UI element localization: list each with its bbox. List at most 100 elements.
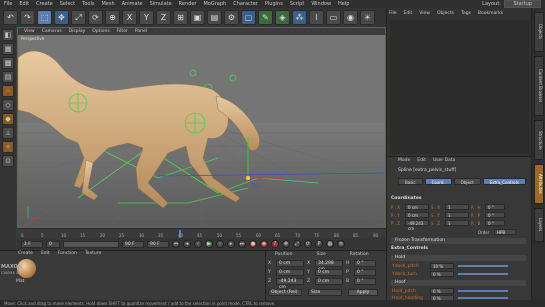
apply-button[interactable]: Apply (348, 289, 378, 296)
edges-mode-icon[interactable]: ◇ (2, 99, 14, 111)
menu-file[interactable]: File (4, 1, 12, 7)
recent-tools-icon[interactable]: ⊕ (105, 10, 120, 25)
tab-extra-controls[interactable]: Extra_Controls (482, 178, 526, 185)
menu-window[interactable]: Window (311, 1, 331, 7)
tab-basic[interactable]: Basic (398, 178, 423, 185)
hoof-heading-slider[interactable] (458, 297, 508, 299)
record-icon[interactable]: ● (249, 240, 257, 248)
redo-icon[interactable]: ↷ (20, 10, 35, 25)
start-frame-field[interactable]: 1 F (21, 240, 43, 248)
menu-character[interactable]: Character (233, 1, 258, 7)
pla-key-icon[interactable]: ▦ (326, 240, 334, 248)
material-name[interactable]: Mat (16, 279, 24, 284)
x-axis-icon[interactable]: X (122, 10, 137, 25)
menu-simulate[interactable]: Simulate (150, 1, 172, 7)
subdivision-icon[interactable]: ◈ (275, 10, 290, 25)
attr-rot-b[interactable]: 0 ° (485, 220, 505, 226)
dock-tab-attributes[interactable]: Attributes (534, 164, 544, 204)
render-view-icon[interactable]: ▣ (190, 10, 205, 25)
pos-x-field[interactable]: 0 cm (276, 260, 304, 267)
menu-mograph[interactable]: MoGraph (203, 1, 226, 7)
rot-h-field[interactable]: 0 ° (354, 260, 376, 267)
go-to-start-icon[interactable]: ⏮ (172, 240, 180, 248)
perspective-viewport[interactable]: View Cameras Display Options Filter Pane… (17, 27, 386, 228)
vp-menu-options[interactable]: Options (92, 29, 109, 34)
ydock-turn-slider[interactable] (458, 273, 508, 275)
attr-menu-edit[interactable]: Edit (417, 158, 426, 163)
layout-dropdown[interactable]: Startup (504, 0, 541, 8)
y-axis-icon[interactable]: Y (139, 10, 154, 25)
mat-menu-create[interactable]: Create (18, 251, 33, 256)
rot-b-field[interactable]: 0 ° (354, 278, 376, 285)
workplane-icon[interactable]: ▤ (2, 71, 14, 83)
vp-menu-panel[interactable]: Panel (135, 29, 147, 34)
vp-menu-view[interactable]: View (24, 29, 35, 34)
menu-help[interactable]: Help (338, 1, 349, 7)
rotation-key-icon[interactable]: ⟳ (304, 240, 312, 248)
dock-tab-content-browser[interactable]: Content Browser (534, 56, 544, 116)
menu-create[interactable]: Create (36, 1, 53, 7)
ydock-pitch-slider[interactable] (458, 265, 508, 267)
hoof-pitch-field[interactable]: 0 % (430, 288, 454, 294)
object-list[interactable] (390, 20, 529, 154)
vp-menu-cameras[interactable]: Cameras (42, 29, 62, 34)
attr-menu-userdata[interactable]: User Data (433, 158, 455, 163)
obj-menu-tags[interactable]: Tags (461, 11, 471, 16)
dock-tab-layers[interactable]: Layers (534, 208, 544, 242)
z-axis-icon[interactable]: Z (156, 10, 171, 25)
dock-tab-objects[interactable]: Objects (534, 12, 544, 52)
coordinate-system-icon[interactable]: ⊞ (173, 10, 188, 25)
end-frame-field[interactable]: 90 F (122, 240, 144, 248)
rot-p-field[interactable]: 0 ° (354, 269, 376, 276)
go-to-end-icon[interactable]: ⏭ (238, 240, 246, 248)
light-icon[interactable]: ☀ (360, 10, 375, 25)
cube-primitive-icon[interactable]: ▢ (241, 10, 256, 25)
pos-z-field[interactable]: -49.243 cm (276, 278, 304, 290)
hold-group[interactable]: Hold (391, 255, 526, 261)
attr-rot-p[interactable]: 0 ° (485, 212, 505, 218)
preview-end-field[interactable]: 90 F (147, 240, 169, 248)
scale-tool-icon[interactable]: ⤢ (71, 10, 86, 25)
texture-mode-icon[interactable]: ▩ (2, 57, 14, 69)
live-select-icon[interactable]: ⬚ (37, 10, 52, 25)
tab-object[interactable]: Object (453, 178, 481, 185)
menu-edit[interactable]: Edit (19, 1, 29, 7)
obj-menu-edit[interactable]: Edit (404, 11, 413, 16)
ydock-pitch-field[interactable]: 10 % (430, 263, 454, 269)
menu-plugins[interactable]: Plugins (265, 1, 283, 7)
ydock-turn-field[interactable]: 0 % (430, 271, 454, 277)
menu-render[interactable]: Render (179, 1, 197, 7)
pos-y-field[interactable]: 0 cm (276, 269, 304, 276)
size-y-field[interactable]: 0 cm (315, 269, 343, 276)
array-icon[interactable]: ⁂ (292, 10, 307, 25)
render-picture-viewer-icon[interactable]: ▤ (207, 10, 222, 25)
attr-pos-y[interactable]: 0 cm (405, 212, 429, 218)
obj-menu-objects[interactable]: Objects (437, 11, 454, 16)
hoof-group[interactable]: Hoof (391, 280, 526, 286)
vp-menu-display[interactable]: Display (69, 29, 86, 34)
next-key-icon[interactable]: ▸ (227, 240, 235, 248)
scene-floor-icon[interactable]: ▭ (326, 10, 341, 25)
menu-tools[interactable]: Tools (82, 1, 94, 7)
menu-mesh[interactable]: Mesh (101, 1, 114, 7)
attr-scale-z[interactable]: 1 (445, 220, 469, 226)
attr-scale-y[interactable]: 1 (445, 212, 469, 218)
dock-tab-structure[interactable]: Structure (534, 120, 544, 160)
current-frame-field[interactable]: 0 (46, 240, 60, 248)
timeline-ruler[interactable]: 0 5 10 15 20 25 30 35 40 45 50 55 60 65 … (17, 228, 386, 238)
make-editable-icon[interactable]: ◧ (2, 29, 14, 41)
param-key-icon[interactable]: P (315, 240, 323, 248)
menu-script[interactable]: Script (290, 1, 305, 7)
layout-selector[interactable]: Layout: Startup (482, 0, 541, 8)
menu-animate[interactable]: Animate (122, 1, 143, 7)
attr-pos-x[interactable]: 0 cm (405, 204, 429, 210)
move-tool-icon[interactable]: ✥ (54, 10, 69, 25)
hoof-pitch-slider[interactable] (458, 290, 508, 292)
tweak-mode-icon[interactable]: ✧ (2, 141, 14, 153)
model-mode-icon[interactable]: ▦ (2, 43, 14, 55)
camera-icon[interactable]: ◉ (343, 10, 358, 25)
mat-menu-edit[interactable]: Edit (41, 251, 50, 256)
mat-menu-function[interactable]: Function (58, 251, 77, 256)
coord-size-select[interactable]: Size (308, 289, 342, 296)
mat-menu-texture[interactable]: Texture (85, 251, 101, 256)
